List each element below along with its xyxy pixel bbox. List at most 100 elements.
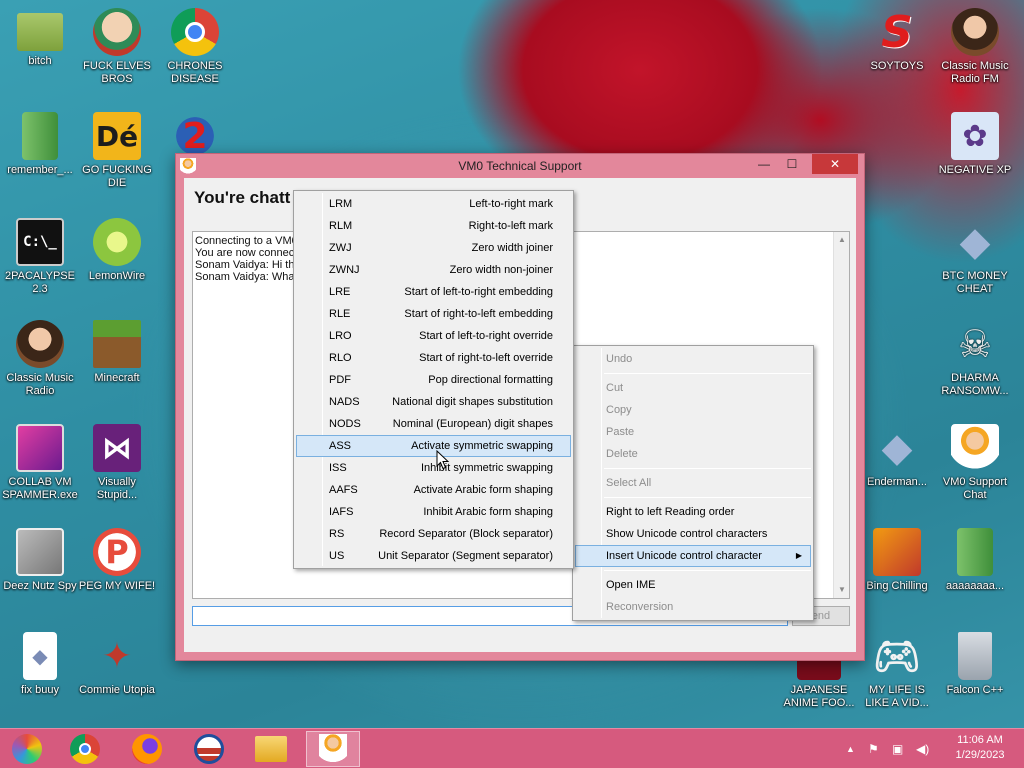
taskbar-app-obama[interactable] [182,731,236,767]
control-code: LRO [329,330,352,342]
desktop-icon-soytoys[interactable]: S SOYTOYS [857,8,937,73]
control-description: Start of right-to-left override [419,352,553,364]
submenu-arrow-icon: ▶ [795,551,802,560]
menu-item-select-all[interactable]: Select All [575,472,811,494]
desktop-icon-btc[interactable]: ◆ BTC MONEY CHEAT [935,218,1015,296]
desktop-icon-my-life[interactable]: 🎮︎ MY LIFE IS LIKE A VID... [857,632,937,710]
taskbar-clock[interactable]: 11:06 AM 1/29/2023 [944,733,1016,763]
scroll-down-icon[interactable]: ▼ [834,582,849,598]
desktop-icon-bing-chilling[interactable]: Bing Chilling [857,528,937,593]
submenu-item-ass[interactable]: ASS Activate symmetric swapping [296,435,571,457]
desktop-icon-bitch[interactable]: bitch [0,8,80,68]
desktop-icon-de[interactable]: Dé GO FUCKING DIE [77,112,157,190]
desktop-icon-falcon[interactable]: Falcon C++ [935,632,1015,697]
control-code: ZWJ [329,242,352,254]
desktop-icon-chrome[interactable]: CHRONES DISEASE [155,8,235,86]
menu-item-cut[interactable]: Cut [575,377,811,399]
desktop-icon-dharma[interactable]: ☠ DHARMA RANSOMW... [935,320,1015,398]
submenu-item-lro[interactable]: LRO Start of left-to-right override [296,325,571,347]
control-description: Nominal (European) digit shapes [392,418,553,430]
desktop-icon-classic-music[interactable]: Classic Music Radio [0,320,80,398]
menu-separator [604,373,811,374]
taskbar-app-chrome[interactable] [58,731,112,767]
portrait-icon [951,8,999,56]
desktop-icon-commie[interactable]: ✦ Commie Utopia [77,632,157,697]
menu-item-show-unicode[interactable]: Show Unicode control characters [575,523,811,545]
flag-icon[interactable]: ⚑ [868,729,879,768]
show-hidden-icons-button[interactable]: ▲ [846,729,855,768]
firefox-icon [132,734,162,764]
control-description: Record Separator (Block separator) [379,528,553,540]
menu-item-copy[interactable]: Copy [575,399,811,421]
menu-item-paste[interactable]: Paste [575,421,811,443]
desktop-icon-collab-vm[interactable]: COLLAB VM SPAMMER.exe [0,424,80,502]
desktop-icon-2pacalypse[interactable]: C:\_ 2PACALYPSE 2.3 [0,218,80,296]
menu-item-insert-unicode[interactable]: Insert Unicode control character ▶ [575,545,811,567]
taskbar-app-firefox[interactable] [120,731,174,767]
submenu-item-lrm[interactable]: LRM Left-to-right mark [296,193,571,215]
submenu-item-rlo[interactable]: RLO Start of right-to-left override [296,347,571,369]
desktop-icon-fix-buuy[interactable]: ◆ fix buuy [0,632,80,697]
grass-block-icon [93,320,141,368]
desktop-icon-aaaa[interactable]: aaaaaaaa... [935,528,1015,593]
support-agent-icon [319,734,347,764]
submenu-item-pdf[interactable]: PDF Pop directional formatting [296,369,571,391]
folder-icon [17,13,63,51]
title-bar[interactable]: VM0 Technical Support — ☐ ✕ [176,154,864,178]
menu-separator [604,497,811,498]
submenu-item-rle[interactable]: RLE Start of right-to-left embedding [296,303,571,325]
control-description: Activate Arabic form shaping [413,484,553,496]
desktop-icon-deez-nutz[interactable]: Deez Nutz Spy [0,528,80,593]
menu-item-open-ime[interactable]: Open IME [575,574,811,596]
taskbar-app-colorful[interactable] [0,731,54,767]
control-description: Start of right-to-left embedding [404,308,553,320]
submenu-item-nods[interactable]: NODS Nominal (European) digit shapes [296,413,571,435]
chat-heading: You're chatt [194,188,291,207]
chat-scrollbar[interactable]: ▲ ▼ [833,232,849,598]
scroll-up-icon[interactable]: ▲ [834,232,849,248]
desktop-icon-enderman[interactable]: ◆ Enderman... [857,424,937,489]
clock-time: 11:06 AM [957,734,1003,746]
submenu-item-iafs[interactable]: IAFS Inhibit Arabic form shaping [296,501,571,523]
close-button[interactable]: ✕ [812,154,858,174]
control-code: ASS [329,440,352,452]
desktop-icon-visual-studio[interactable]: ⋈ Visually Stupid... [77,424,157,502]
desktop-icon-negative-xp[interactable]: ✿ NEGATIVE XP [935,112,1015,177]
taskbar-app-file-explorer[interactable] [244,731,298,767]
submenu-item-rs[interactable]: RS Record Separator (Block separator) [296,523,571,545]
taskbar-app-support-chat[interactable] [306,731,360,767]
s-logo-icon: S [881,6,913,58]
desktop-icon-minecraft[interactable]: Minecraft [77,320,157,385]
network-icon[interactable]: ▣ [892,729,903,768]
desktop-icon-remember[interactable]: remember_... [0,112,80,177]
desktop-icon-elves[interactable]: FUCK ELVES BROS [77,8,157,86]
desktop-icon-peg[interactable]: P PEG MY WIFE! [77,528,157,593]
submenu-item-lre[interactable]: LRE Start of left-to-right embedding [296,281,571,303]
book-icon [873,528,921,576]
submenu-item-iss[interactable]: ISS Inhibit symmetric swapping [296,457,571,479]
monitor-icon [16,424,64,472]
desktop-icon-lemonwire[interactable]: LemonWire [77,218,157,283]
control-code: LRM [329,198,353,210]
diamond-icon: ◆ [959,218,991,265]
desktop-icon-vm0-support[interactable]: VM0 Support Chat [935,424,1015,502]
control-code: NODS [329,418,361,430]
submenu-item-nads[interactable]: NADS National digit shapes substitution [296,391,571,413]
desktop-icon-classic-music-fm[interactable]: Classic Music Radio FM [935,8,1015,86]
menu-item-delete[interactable]: Delete [575,443,811,465]
menu-item-reconversion[interactable]: Reconversion [575,596,811,618]
menu-item-rtl-reading-order[interactable]: Right to left Reading order [575,501,811,523]
submenu-item-us[interactable]: US Unit Separator (Segment separator) [296,545,571,567]
submenu-item-zwnj[interactable]: ZWNJ Zero width non-joiner [296,259,571,281]
submenu-item-rlm[interactable]: RLM Right-to-left mark [296,215,571,237]
submenu-item-aafs[interactable]: AAFS Activate Arabic form shaping [296,479,571,501]
minimize-button[interactable]: — [750,154,778,174]
cmd-icon: C:\_ [16,218,64,266]
submenu-item-zwj[interactable]: ZWJ Zero width joiner [296,237,571,259]
skull-icon: ☠ [957,321,993,366]
menu-separator [604,468,811,469]
control-code: LRE [329,286,351,298]
maximize-button[interactable]: ☐ [778,154,806,174]
volume-icon[interactable]: ◀) [916,729,929,768]
menu-item-undo[interactable]: Undo [575,348,811,370]
